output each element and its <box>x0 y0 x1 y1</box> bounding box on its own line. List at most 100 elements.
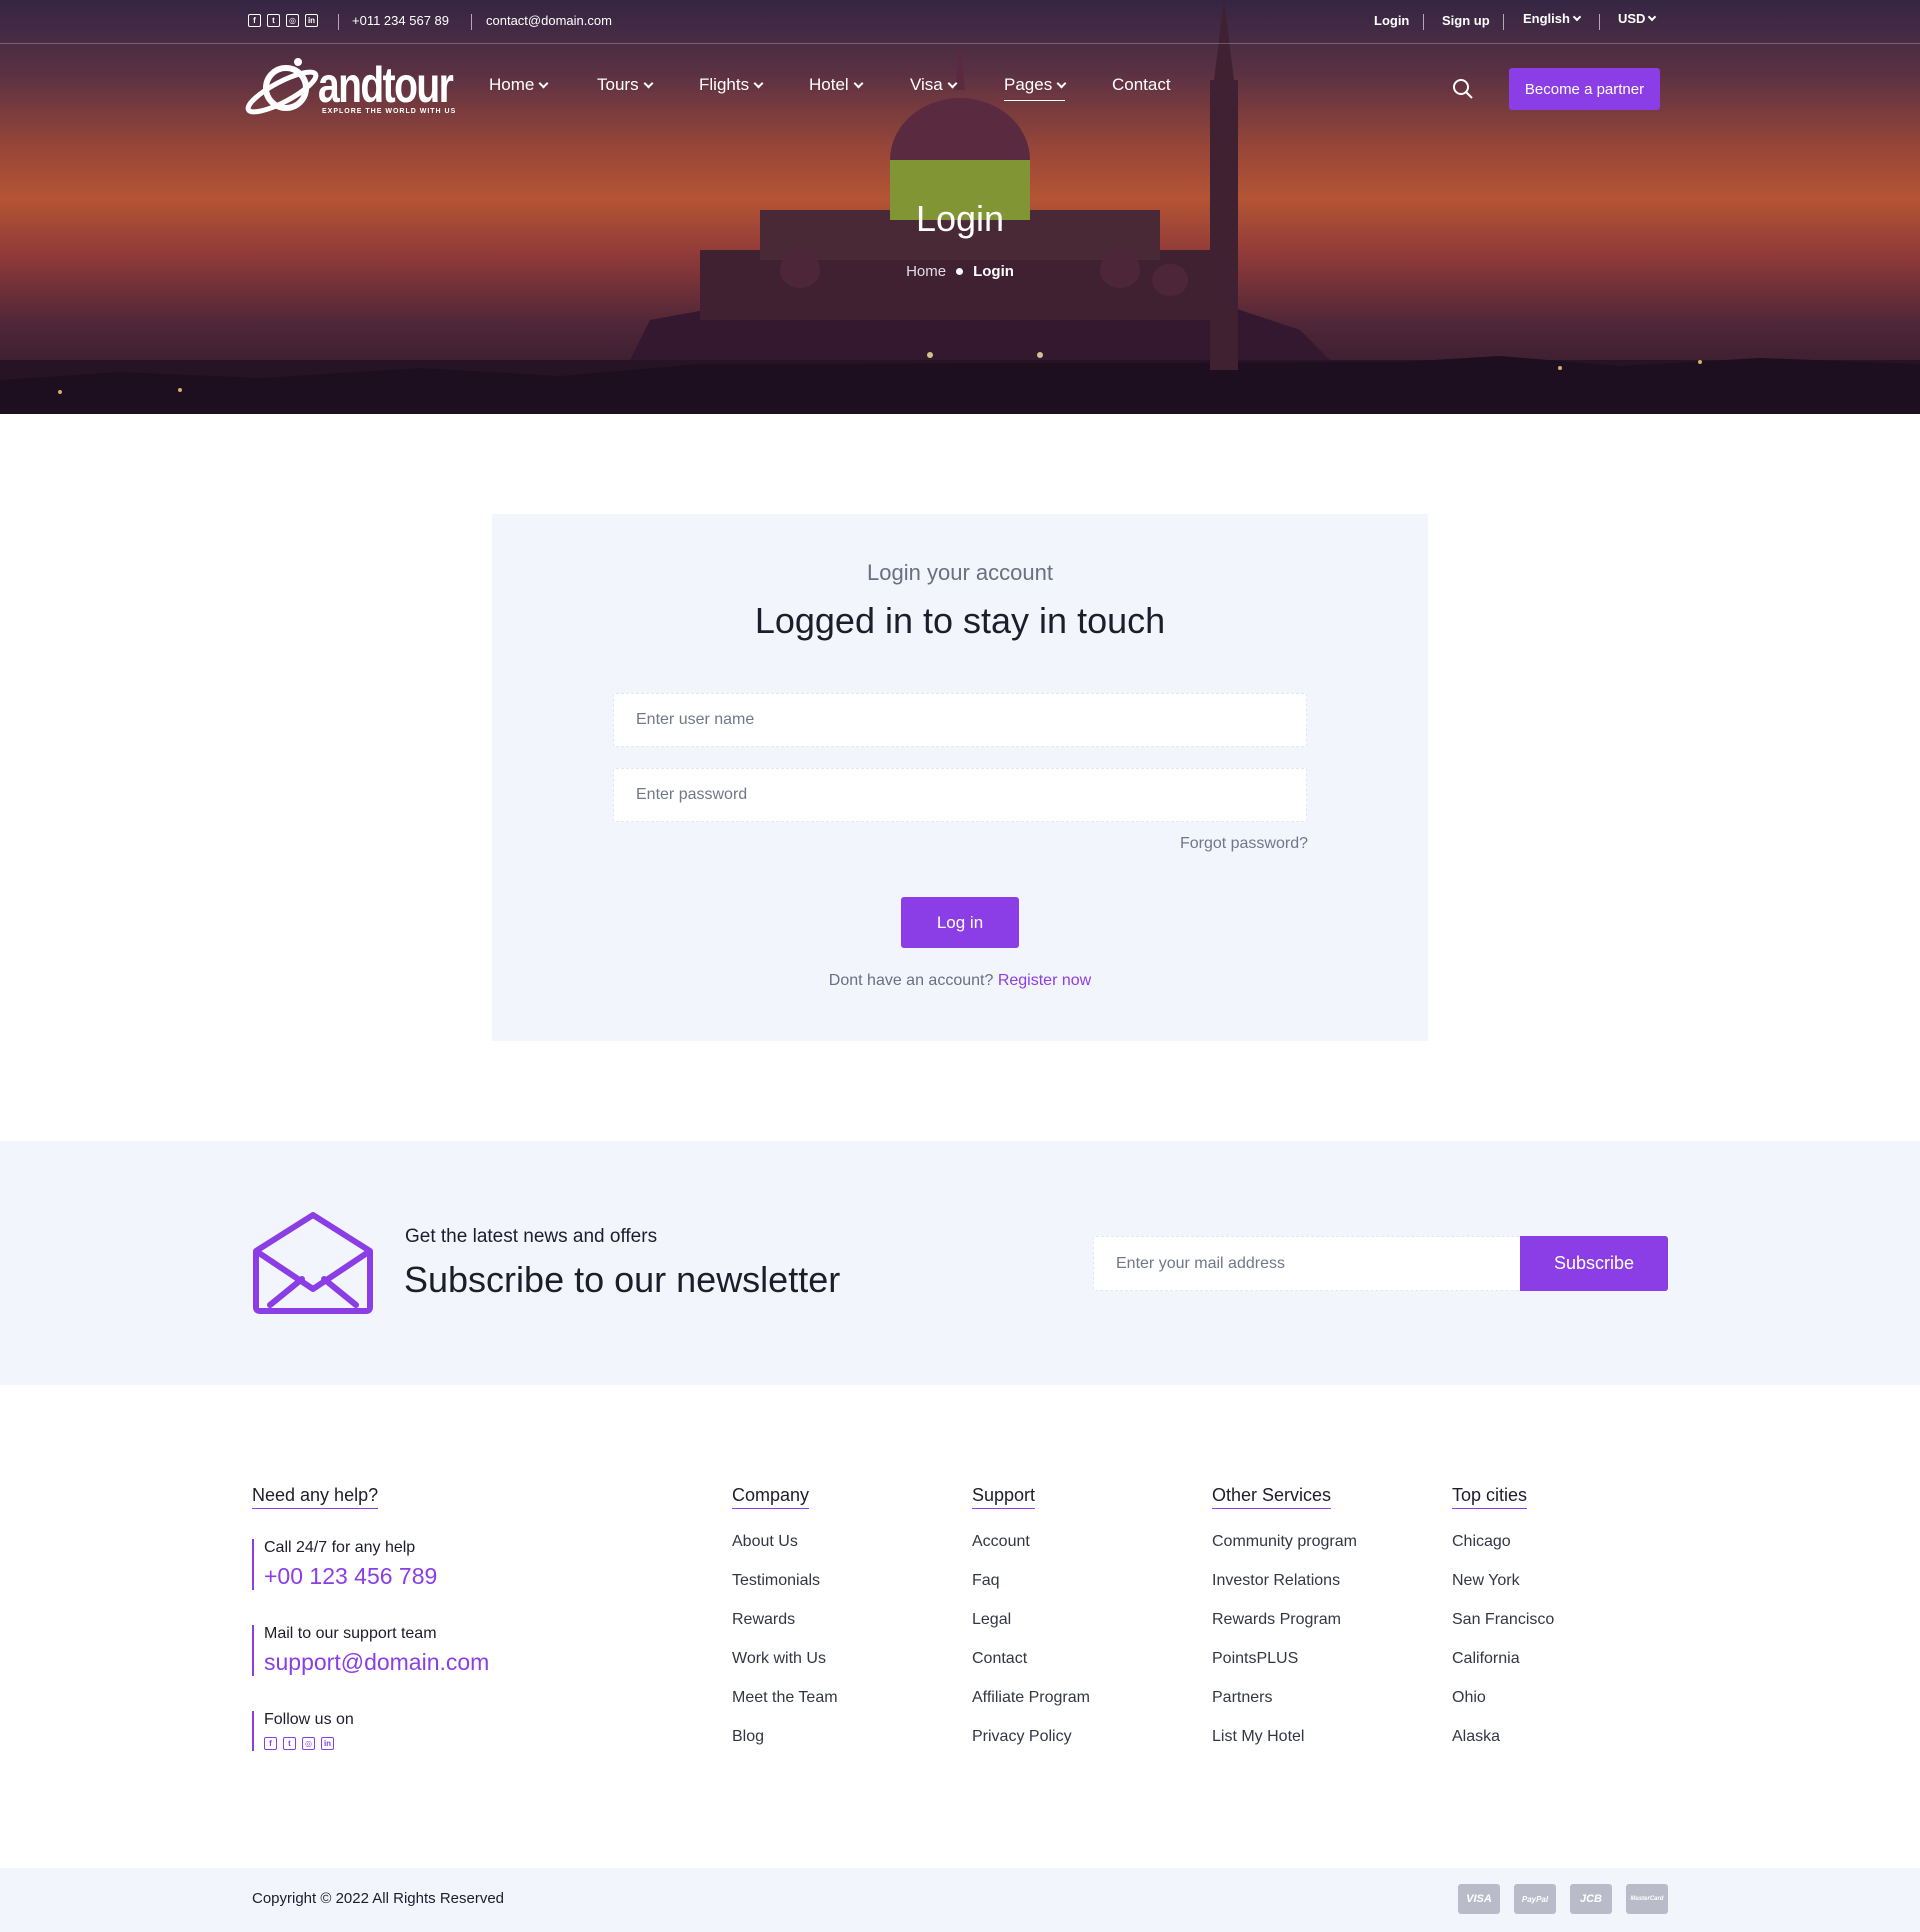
nav-item-visa[interactable]: Visa <box>910 75 958 95</box>
chevron-down-icon <box>753 78 764 88</box>
login-title: Logged in to stay in touch <box>754 600 1166 641</box>
nav-item-tours[interactable]: Tours <box>597 75 654 95</box>
facebook-icon[interactable]: f <box>264 1737 277 1750</box>
footer-link[interactable]: Community program <box>1212 1533 1357 1572</box>
footer-services-links: Community program Investor Relations Rew… <box>1212 1533 1357 1767</box>
footer-link[interactable]: Blog <box>732 1728 838 1767</box>
footer-link[interactable]: California <box>1452 1650 1554 1689</box>
footer-link[interactable]: Alaska <box>1452 1728 1554 1767</box>
page-title: Login <box>915 198 1005 239</box>
footer-link[interactable]: Rewards Program <box>1212 1611 1357 1650</box>
footer-link[interactable]: Faq <box>972 1572 1090 1611</box>
footer-link[interactable]: Legal <box>972 1611 1090 1650</box>
topbar-signup-link[interactable]: Sign up <box>1442 13 1490 28</box>
footer-link[interactable]: Partners <box>1212 1689 1357 1728</box>
paypal-card-icon: PayPal <box>1514 1884 1556 1914</box>
signup-label: Sign up <box>1442 13 1490 28</box>
newsletter-title: Subscribe to our newsletter <box>404 1259 841 1300</box>
footer-company-links: About Us Testimonials Rewards Work with … <box>732 1533 838 1767</box>
nav-item-home[interactable]: Home <box>489 75 549 95</box>
footer-link[interactable]: PointsPLUS <box>1212 1650 1357 1689</box>
divider <box>338 14 339 30</box>
nav-item-contact[interactable]: Contact <box>1112 75 1171 95</box>
topbar-social-links: f t ◎ in <box>248 14 318 27</box>
chevron-down-icon <box>1056 78 1067 88</box>
register-link[interactable]: Register now <box>998 972 1091 989</box>
linkedin-icon[interactable]: in <box>321 1737 334 1750</box>
support-phone[interactable]: +00 123 456 789 <box>264 1563 437 1590</box>
footer-help-heading: Need any help? <box>252 1485 379 1509</box>
logo-text: andtour <box>318 57 454 113</box>
language-selector[interactable]: English <box>1523 11 1582 26</box>
nav-item-pages[interactable]: Pages <box>1004 75 1067 101</box>
footer-link[interactable]: Investor Relations <box>1212 1572 1357 1611</box>
footer-link[interactable]: Contact <box>972 1650 1090 1689</box>
breadcrumb-home-link[interactable]: Home <box>906 263 946 280</box>
newsletter-subtitle: Get the latest news and offers <box>405 1226 658 1247</box>
nav-item-label: Contact <box>1112 75 1171 94</box>
linkedin-icon[interactable]: in <box>305 14 318 27</box>
footer-cities-links: Chicago New York San Francisco Californi… <box>1452 1533 1554 1767</box>
topbar-phone[interactable]: +011 234 567 89 <box>352 13 449 28</box>
search-icon[interactable] <box>1452 78 1474 100</box>
no-account-text: Dont have an account? <box>828 972 994 989</box>
logo-tagline: EXPLORE THE WORLD WITH US <box>322 108 457 115</box>
twitter-icon[interactable]: t <box>267 14 280 27</box>
nav-item-label: Home <box>489 75 535 94</box>
footer-cities-heading: Top cities <box>1452 1485 1528 1509</box>
username-input[interactable] <box>613 693 1307 747</box>
top-bar: f t ◎ in +011 234 567 89 contact@domain.… <box>0 0 1920 44</box>
footer-link[interactable]: Testimonials <box>732 1572 838 1611</box>
footer-link[interactable]: Affiliate Program <box>972 1689 1090 1728</box>
footer-link[interactable]: San Francisco <box>1452 1611 1554 1650</box>
login-button[interactable]: Log in <box>901 897 1019 948</box>
login-label: Login <box>1374 13 1410 28</box>
footer-link[interactable]: New York <box>1452 1572 1554 1611</box>
nav-item-label: Flights <box>699 75 750 94</box>
envelope-icon <box>253 1212 373 1314</box>
footer-link[interactable]: Meet the Team <box>732 1689 838 1728</box>
footer-link[interactable]: Work with Us <box>732 1650 838 1689</box>
nav-item-flights[interactable]: Flights <box>699 75 764 95</box>
hero-banner: f t ◎ in +011 234 567 89 contact@domain.… <box>0 0 1920 414</box>
twitter-icon[interactable]: t <box>283 1737 296 1750</box>
support-email[interactable]: support@domain.com <box>264 1649 489 1676</box>
newsletter-email-input[interactable] <box>1093 1236 1520 1291</box>
facebook-icon[interactable]: f <box>248 14 261 27</box>
currency-selector[interactable]: USD <box>1618 11 1657 26</box>
footer-link[interactable]: About Us <box>732 1533 838 1572</box>
footer-follow-block: Follow us on f t ◎ in <box>252 1711 354 1751</box>
chevron-down-icon <box>538 78 549 88</box>
nav-item-hotel[interactable]: Hotel <box>809 75 864 95</box>
footer-link[interactable]: Account <box>972 1533 1090 1572</box>
nav-item-label: Visa <box>910 75 943 94</box>
forgot-password-link[interactable]: Forgot password? <box>1180 835 1308 853</box>
breadcrumb-current: Login <box>973 263 1014 280</box>
become-partner-button[interactable]: Become a partner <box>1509 68 1660 110</box>
subscribe-button[interactable]: Subscribe <box>1520 1236 1668 1291</box>
password-input[interactable] <box>613 768 1307 822</box>
login-form-card: Login your account Logged in to stay in … <box>492 514 1428 1041</box>
topbar-login-link[interactable]: Login <box>1374 13 1409 28</box>
instagram-icon[interactable]: ◎ <box>302 1737 315 1750</box>
topbar-email[interactable]: contact@domain.com <box>486 13 612 28</box>
footer: Need any help? Call 24/7 for any help +0… <box>0 1385 1920 1868</box>
follow-label: Follow us on <box>264 1711 354 1728</box>
chevron-down-icon <box>643 78 654 88</box>
footer-link[interactable]: Chicago <box>1452 1533 1554 1572</box>
footer-link[interactable]: List My Hotel <box>1212 1728 1357 1767</box>
footer-link[interactable]: Rewards <box>732 1611 838 1650</box>
chevron-down-icon <box>853 78 864 88</box>
footer-link[interactable]: Ohio <box>1452 1689 1554 1728</box>
language-label: English <box>1523 11 1570 26</box>
nav-item-label: Pages <box>1004 75 1053 94</box>
nav-item-label: Hotel <box>809 75 849 94</box>
footer-link[interactable]: Privacy Policy <box>972 1728 1090 1767</box>
login-subtitle: Login your account <box>867 560 1053 585</box>
divider <box>1599 14 1600 30</box>
breadcrumb: Home Login <box>0 263 1920 280</box>
instagram-icon[interactable]: ◎ <box>286 14 299 27</box>
newsletter-section: Get the latest news and offers Subscribe… <box>0 1141 1920 1385</box>
register-prompt: Dont have an account? Register now <box>492 972 1428 990</box>
footer-social-links: f t ◎ in <box>264 1729 354 1751</box>
